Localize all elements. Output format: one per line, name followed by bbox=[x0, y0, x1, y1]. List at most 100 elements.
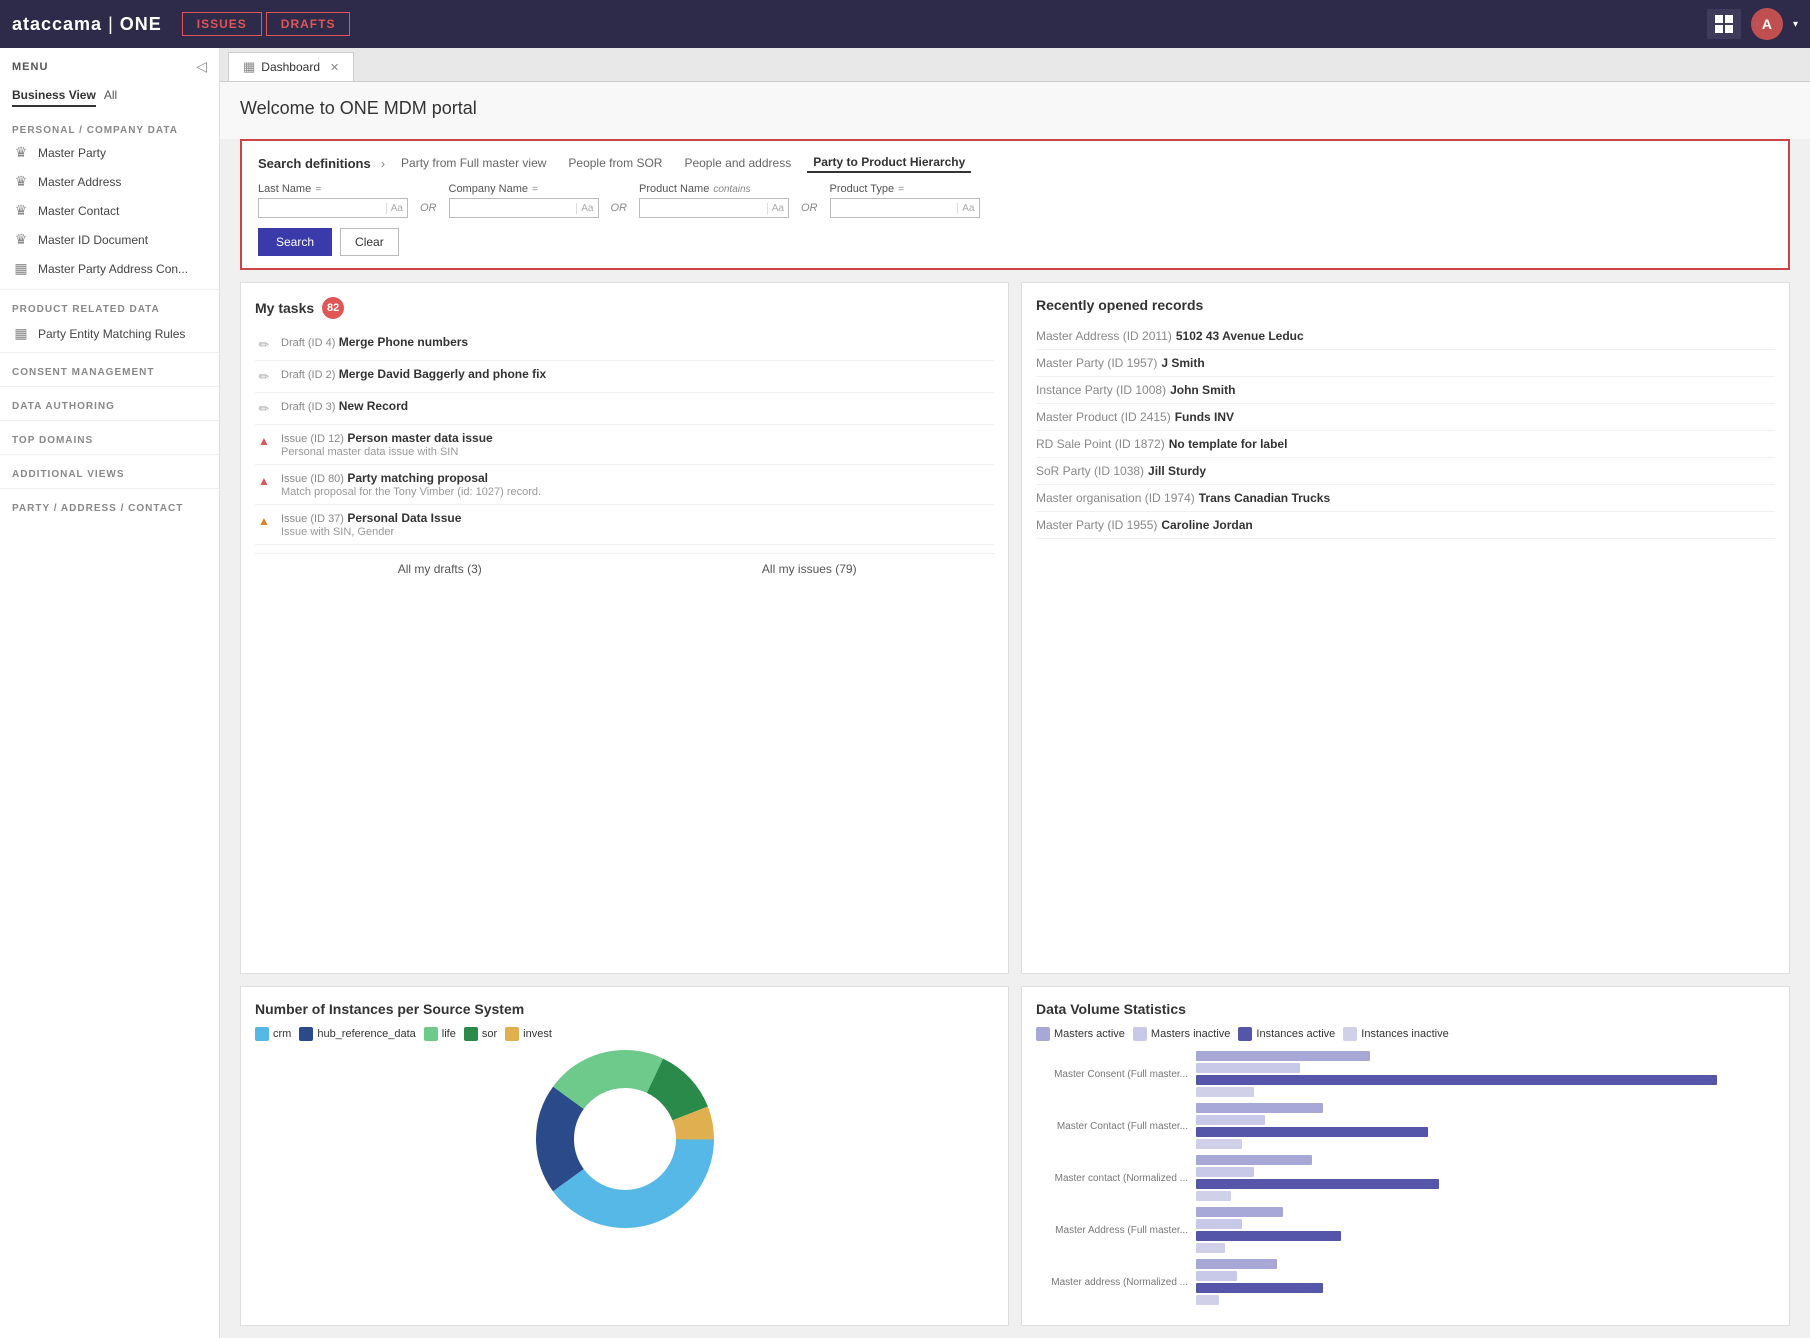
search-or-2: OR bbox=[607, 202, 632, 214]
recent-item-5[interactable]: SoR Party (ID 1038) Jill Sturdy bbox=[1036, 458, 1775, 485]
task-title-0: Draft (ID 4) Merge Phone numbers bbox=[281, 335, 994, 349]
data-volume-title: Data Volume Statistics bbox=[1036, 1001, 1775, 1017]
sidebar-header: MENU ◁ bbox=[0, 48, 219, 81]
data-volume-panel: Data Volume Statistics Masters active Ma… bbox=[1021, 986, 1790, 1326]
sidebar-section-additional-label: ADDITIONAL VIEWS bbox=[0, 465, 219, 482]
field-product-name: Product Name contains Aa bbox=[639, 183, 789, 218]
pencil-icon bbox=[255, 400, 273, 418]
sidebar-tab-all[interactable]: All bbox=[104, 85, 117, 107]
grid-icon: ▦ bbox=[12, 325, 30, 342]
sidebar-item-master-contact[interactable]: ♛ Master Contact bbox=[0, 196, 219, 225]
company-name-input[interactable] bbox=[454, 201, 577, 215]
field-company-name: Company Name = Aa bbox=[449, 183, 599, 218]
field-last-name: Last Name = Aa bbox=[258, 183, 408, 218]
recent-item-2[interactable]: Instance Party (ID 1008) John Smith bbox=[1036, 377, 1775, 404]
sidebar-divider-1 bbox=[0, 289, 219, 290]
pencil-icon bbox=[255, 336, 273, 354]
recent-item-7[interactable]: Master Party (ID 1955) Caroline Jordan bbox=[1036, 512, 1775, 539]
my-tasks-title: My tasks 82 bbox=[255, 297, 994, 319]
crown-icon: ♛ bbox=[12, 202, 30, 219]
topbar: ataccama | ONE ISSUES DRAFTS A ▾ bbox=[0, 0, 1810, 48]
sidebar-item-master-party[interactable]: ♛ Master Party bbox=[0, 138, 219, 167]
bar-row-3: Master Address (Full master... bbox=[1036, 1207, 1775, 1253]
sidebar-tab-business-view[interactable]: Business View bbox=[12, 85, 96, 107]
recent-item-0[interactable]: Master Address (ID 2011) 5102 43 Avenue … bbox=[1036, 323, 1775, 350]
bar-instances-active-4 bbox=[1196, 1283, 1323, 1293]
bar-label-0: Master Consent (Full master... bbox=[1036, 1069, 1196, 1080]
clear-button[interactable]: Clear bbox=[340, 228, 399, 256]
bar-masters-active-3 bbox=[1196, 1207, 1283, 1217]
bar-masters-inactive-0 bbox=[1196, 1063, 1300, 1073]
issues-tab[interactable]: ISSUES bbox=[182, 12, 262, 36]
topbar-tabs: ISSUES DRAFTS bbox=[182, 12, 351, 36]
sidebar-item-party-entity-matching[interactable]: ▦ Party Entity Matching Rules bbox=[0, 319, 219, 348]
legend-instances-active: Instances active bbox=[1238, 1027, 1335, 1041]
sidebar-divider-4 bbox=[0, 420, 219, 421]
legend-masters-inactive: Masters inactive bbox=[1133, 1027, 1230, 1041]
tab-close-icon[interactable]: ✕ bbox=[330, 61, 339, 74]
bar-label-3: Master Address (Full master... bbox=[1036, 1225, 1196, 1236]
search-definitions: Search definitions › Party from Full mas… bbox=[240, 139, 1790, 270]
recent-item-3[interactable]: Master Product (ID 2415) Funds INV bbox=[1036, 404, 1775, 431]
sidebar-item-master-party-address-con[interactable]: ▦ Master Party Address Con... bbox=[0, 254, 219, 283]
sidebar-menu-label: MENU bbox=[12, 61, 48, 73]
sidebar-section-data-authoring-label: DATA AUTHORING bbox=[0, 397, 219, 414]
bar-masters-active-4 bbox=[1196, 1259, 1277, 1269]
legend-life: life bbox=[424, 1027, 456, 1041]
product-type-input[interactable] bbox=[835, 201, 958, 215]
legend-color-instances-active bbox=[1238, 1027, 1252, 1041]
chevron-down-icon[interactable]: ▾ bbox=[1793, 19, 1798, 30]
all-my-drafts-button[interactable]: All my drafts (3) bbox=[255, 554, 625, 584]
bottom-panels: Number of Instances per Source System cr… bbox=[220, 986, 1810, 1338]
sidebar-collapse-icon[interactable]: ◁ bbox=[196, 58, 207, 75]
bar-instances-active-0 bbox=[1196, 1075, 1717, 1085]
field-product-type-label: Product Type = bbox=[830, 183, 980, 195]
field-product-type: Product Type = Aa bbox=[830, 183, 980, 218]
search-def-tab-3[interactable]: Party to Product Hierarchy bbox=[807, 153, 971, 173]
recently-opened-title: Recently opened records bbox=[1036, 297, 1775, 313]
bar-label-2: Master contact (Normalized ... bbox=[1036, 1173, 1196, 1184]
grid-icon: ▦ bbox=[12, 260, 30, 277]
instances-chart-panel: Number of Instances per Source System cr… bbox=[240, 986, 1009, 1326]
recent-item-6[interactable]: Master organisation (ID 1974) Trans Cana… bbox=[1036, 485, 1775, 512]
bar-group-0 bbox=[1196, 1051, 1775, 1097]
bar-row-4: Master address (Normalized ... bbox=[1036, 1259, 1775, 1305]
task-item-0: Draft (ID 4) Merge Phone numbers bbox=[255, 329, 994, 361]
task-sub-5: Issue with SIN, Gender bbox=[281, 526, 994, 538]
product-name-input[interactable] bbox=[644, 201, 767, 215]
topbar-right: A ▾ bbox=[1707, 8, 1798, 40]
dashboard-tab[interactable]: ▦ Dashboard ✕ bbox=[228, 52, 354, 81]
bar-group-1 bbox=[1196, 1103, 1775, 1149]
my-tasks-panel: My tasks 82 Draft (ID 4) Merge Phone num… bbox=[240, 282, 1009, 974]
search-button[interactable]: Search bbox=[258, 228, 332, 256]
legend-color-masters-active bbox=[1036, 1027, 1050, 1041]
sidebar-item-master-address[interactable]: ♛ Master Address bbox=[0, 167, 219, 196]
avatar[interactable]: A bbox=[1751, 8, 1783, 40]
main-layout: MENU ◁ Business View All PERSONAL / COMP… bbox=[0, 48, 1810, 1338]
recently-opened-panel: Recently opened records Master Address (… bbox=[1021, 282, 1790, 974]
bar-masters-active-2 bbox=[1196, 1155, 1312, 1165]
legend-color-instances-inactive bbox=[1343, 1027, 1357, 1041]
last-name-input[interactable] bbox=[263, 201, 386, 215]
search-def-tab-0[interactable]: Party from Full master view bbox=[395, 154, 552, 172]
bar-masters-inactive-3 bbox=[1196, 1219, 1242, 1229]
dashboard-grid-button[interactable] bbox=[1707, 9, 1741, 39]
warning-red-icon bbox=[255, 472, 273, 490]
search-def-tab-2[interactable]: People and address bbox=[678, 154, 797, 172]
bar-instances-active-1 bbox=[1196, 1127, 1428, 1137]
recent-item-1[interactable]: Master Party (ID 1957) J Smith bbox=[1036, 350, 1775, 377]
legend-color-masters-inactive bbox=[1133, 1027, 1147, 1041]
all-my-issues-button[interactable]: All my issues (79) bbox=[625, 554, 995, 584]
content-area: ▦ Dashboard ✕ Welcome to ONE MDM portal … bbox=[220, 48, 1810, 1338]
drafts-tab[interactable]: DRAFTS bbox=[266, 12, 351, 36]
recent-item-4[interactable]: RD Sale Point (ID 1872) No template for … bbox=[1036, 431, 1775, 458]
search-def-tab-1[interactable]: People from SOR bbox=[562, 154, 668, 172]
task-footer: All my drafts (3) All my issues (79) bbox=[255, 553, 994, 584]
legend-color-invest bbox=[505, 1027, 519, 1041]
sidebar-divider-6 bbox=[0, 488, 219, 489]
pencil-icon bbox=[255, 368, 273, 386]
search-fields: Last Name = Aa OR Company Name = bbox=[258, 183, 1772, 218]
bar-instances-active-3 bbox=[1196, 1231, 1341, 1241]
bar-group-4 bbox=[1196, 1259, 1775, 1305]
sidebar-item-master-id-document[interactable]: ♛ Master ID Document bbox=[0, 225, 219, 254]
